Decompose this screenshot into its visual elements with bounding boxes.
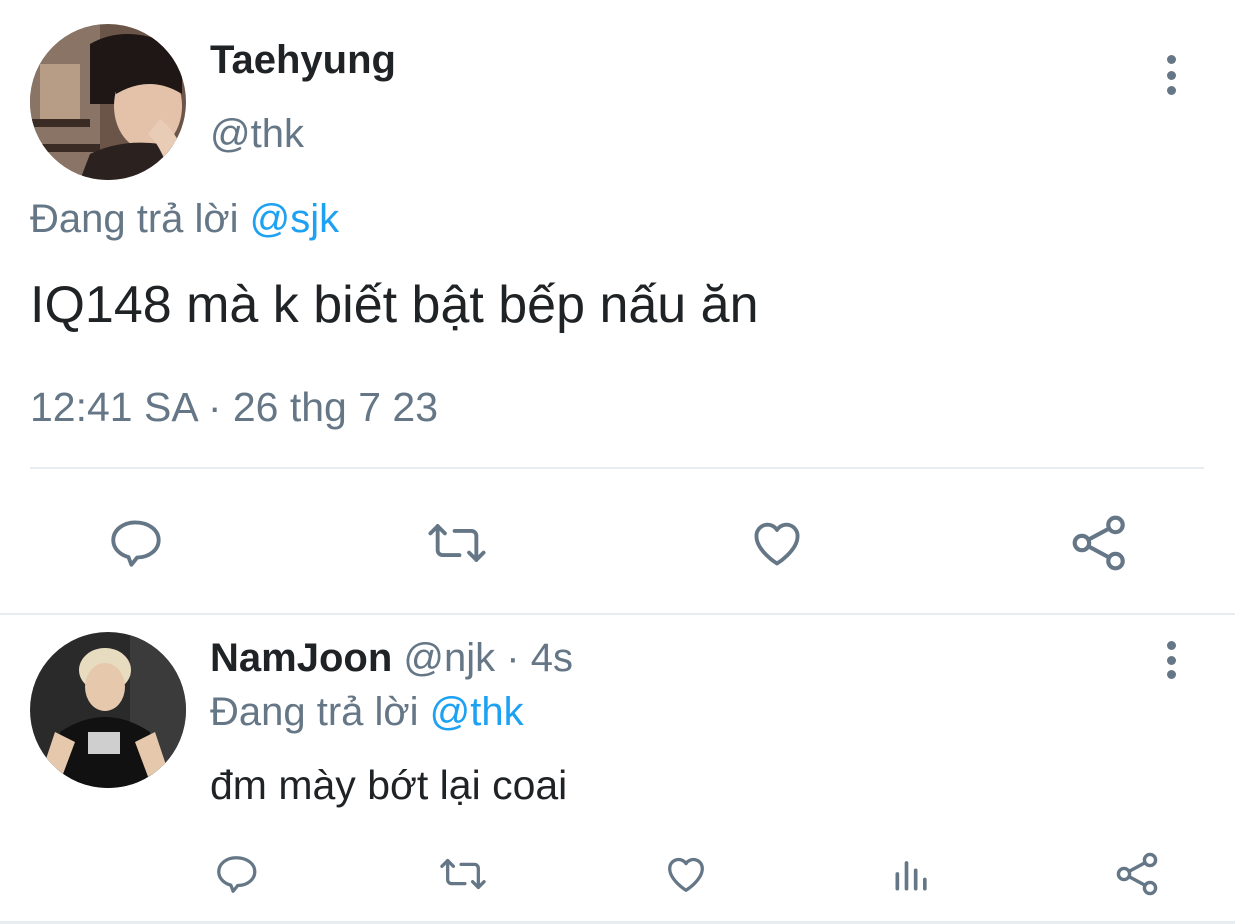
- dot-icon: [1166, 641, 1176, 650]
- share-button[interactable]: [1064, 508, 1136, 578]
- replying-to-line: Đang trả lời @thk: [210, 690, 524, 735]
- tweet-age[interactable]: 4s: [531, 636, 573, 680]
- analytics-button[interactable]: [886, 848, 938, 900]
- share-icon: [1114, 850, 1162, 898]
- reply-icon: [106, 514, 164, 572]
- dot-icon: [1166, 670, 1176, 679]
- reply-button[interactable]: [208, 848, 264, 900]
- avatar-taehyung[interactable]: [30, 24, 186, 180]
- like-icon: [663, 851, 709, 897]
- analytics-icon: [890, 852, 934, 896]
- reply-header: NamJoon @njk · 4s: [210, 636, 573, 681]
- dot-separator: ·: [506, 636, 520, 680]
- share-icon: [1069, 512, 1131, 574]
- dot-icon: [1166, 86, 1176, 95]
- display-name[interactable]: Taehyung: [210, 38, 396, 83]
- share-button[interactable]: [1110, 846, 1166, 902]
- replying-to-mention[interactable]: @sjk: [250, 197, 340, 241]
- more-options-button[interactable]: [1159, 55, 1183, 95]
- tweet-separator: [0, 613, 1235, 615]
- retweet-icon: [424, 514, 490, 572]
- replying-to-line: Đang trả lời @sjk: [30, 197, 339, 242]
- more-options-button[interactable]: [1159, 641, 1183, 679]
- dot-icon: [1166, 55, 1176, 64]
- tweet-text: IQ148 mà k biết bật bếp nấu ăn: [30, 276, 759, 334]
- like-button[interactable]: [658, 848, 714, 900]
- retweet-icon: [436, 851, 490, 897]
- retweet-button[interactable]: [420, 508, 494, 578]
- reply-icon: [213, 851, 259, 897]
- avatar-photo: [30, 24, 186, 180]
- divider: [30, 467, 1204, 469]
- avatar-namjoon[interactable]: [30, 632, 186, 788]
- tweet-timestamp[interactable]: 12:41 SA · 26 thg 7 23: [30, 384, 438, 431]
- replying-prefix: Đang trả lời: [210, 690, 419, 734]
- like-button[interactable]: [742, 508, 812, 578]
- like-icon: [748, 514, 806, 572]
- user-handle[interactable]: @thk: [210, 112, 304, 157]
- avatar-photo: [30, 632, 186, 788]
- replying-prefix: Đang trả lời: [30, 197, 239, 241]
- user-handle[interactable]: @njk: [403, 636, 495, 680]
- replying-to-mention[interactable]: @thk: [430, 690, 524, 734]
- reply-button[interactable]: [100, 508, 170, 578]
- dot-icon: [1166, 655, 1176, 665]
- tweet-text: đm mày bớt lại coai: [210, 762, 568, 808]
- retweet-button[interactable]: [432, 848, 494, 900]
- dot-icon: [1166, 70, 1176, 80]
- display-name[interactable]: NamJoon: [210, 636, 392, 680]
